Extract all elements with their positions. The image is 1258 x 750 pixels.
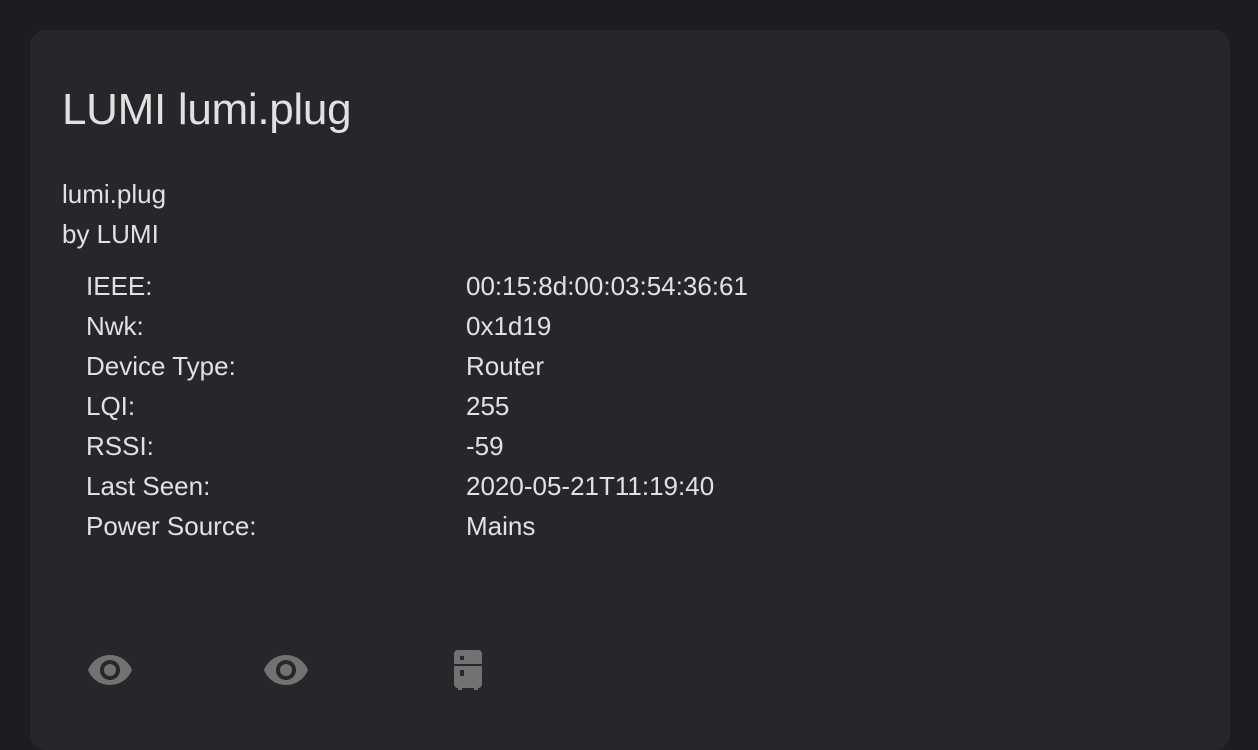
info-label: Power Source: (86, 511, 257, 541)
fridge-icon[interactable] (444, 646, 492, 694)
info-label: Last Seen: (86, 471, 211, 501)
info-row-lqi: LQI: 255 (86, 390, 748, 430)
info-value: -59 (466, 431, 504, 461)
device-info-table: IEEE: 00:15:8d:00:03:54:36:61 Nwk: 0x1d1… (86, 270, 748, 550)
device-card: LUMI lumi.plug lumi.plug by LUMI IEEE: 0… (30, 30, 1230, 750)
device-manufacturer: by LUMI (62, 219, 159, 249)
info-row-rssi: RSSI: -59 (86, 430, 748, 470)
info-row-device-type: Device Type: Router (86, 350, 748, 390)
info-label: LQI: (86, 391, 136, 421)
info-label: IEEE: (86, 271, 153, 301)
info-value: 0x1d19 (466, 311, 552, 341)
info-value: 00:15:8d:00:03:54:36:61 (466, 271, 748, 301)
info-label: Nwk: (86, 311, 144, 341)
info-row-nwk: Nwk: 0x1d19 (86, 310, 748, 350)
info-row-power-source: Power Source: Mains (86, 510, 748, 550)
info-value: 255 (466, 391, 510, 421)
eye-icon[interactable] (86, 646, 134, 694)
entity-icons-row (86, 646, 506, 696)
device-title: LUMI lumi.plug (62, 85, 352, 134)
info-label: Device Type: (86, 351, 236, 381)
info-label: RSSI: (86, 431, 154, 461)
info-row-ieee: IEEE: 00:15:8d:00:03:54:36:61 (86, 270, 748, 310)
device-model: lumi.plug (62, 179, 167, 209)
info-value: Mains (466, 511, 536, 541)
info-value: Router (466, 351, 545, 381)
info-row-last-seen: Last Seen: 2020-05-21T11:19:40 (86, 470, 748, 510)
eye-icon[interactable] (262, 646, 310, 694)
info-value: 2020-05-21T11:19:40 (466, 471, 715, 501)
